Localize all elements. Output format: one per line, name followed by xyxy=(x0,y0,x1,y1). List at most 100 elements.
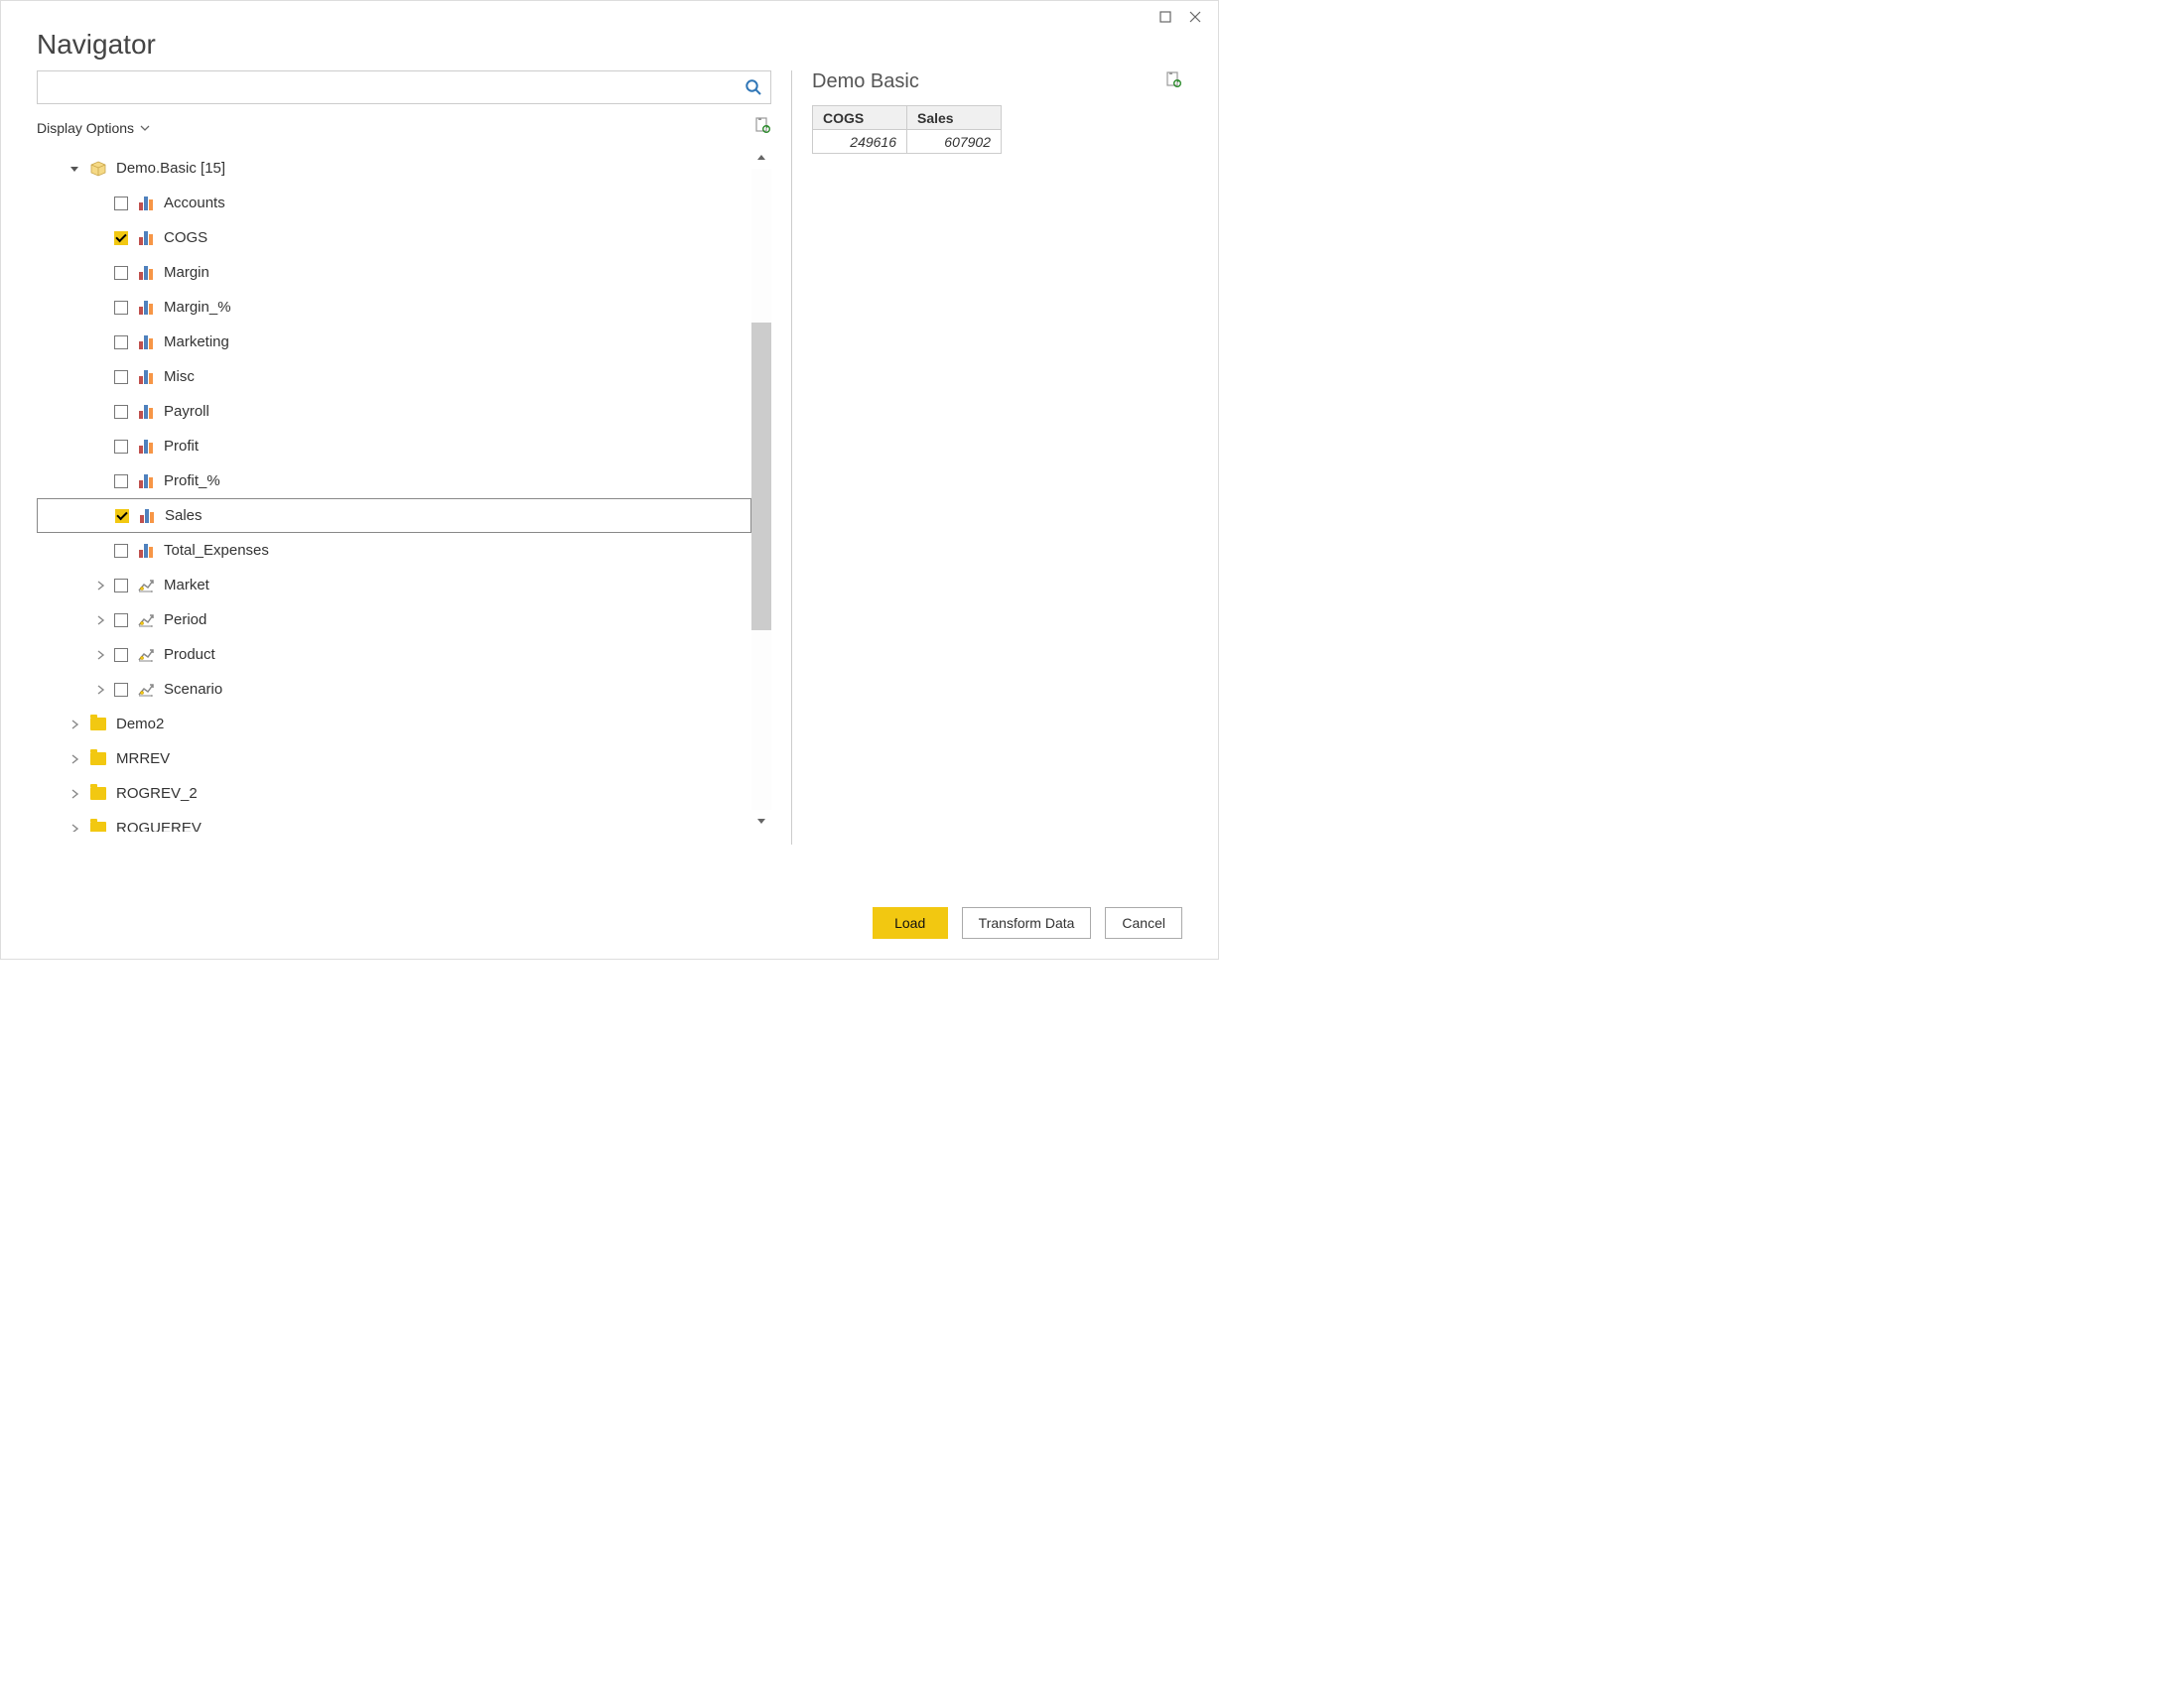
tree-node-label: Market xyxy=(164,577,747,593)
tree-node-dimension[interactable]: Market xyxy=(37,568,751,602)
dimension-icon xyxy=(136,645,156,665)
preview-table: COGSSales 249616607902 xyxy=(812,105,1002,154)
tree-node-measure[interactable]: Total_Expenses xyxy=(37,533,751,568)
tree-node-folder[interactable]: ROGREV_2 xyxy=(37,776,751,811)
tree-node-label: Misc xyxy=(164,368,747,385)
expander-icon[interactable] xyxy=(94,580,106,591)
tree-node-label: MRREV xyxy=(116,750,747,767)
measure-icon xyxy=(136,437,156,457)
tree-checkbox[interactable] xyxy=(114,474,128,488)
tree-checkbox[interactable] xyxy=(114,335,128,349)
tree-node-label: Demo2 xyxy=(116,716,747,732)
folder-icon xyxy=(88,715,108,734)
tree-checkbox[interactable] xyxy=(114,231,128,245)
scroll-down-icon[interactable] xyxy=(751,810,771,832)
preview-pane: Demo Basic COGSSales 249616607902 xyxy=(812,70,1182,893)
tree-node-label: Product xyxy=(164,646,747,663)
tree-node-measure[interactable]: Profit_% xyxy=(37,463,751,498)
tree-node-label: Period xyxy=(164,611,747,628)
preview-refresh-icon[interactable] xyxy=(1164,70,1182,93)
scroll-up-icon[interactable] xyxy=(751,147,771,169)
scroll-track[interactable] xyxy=(751,169,771,810)
expander-icon[interactable] xyxy=(68,788,80,800)
navigator-left-pane: Display Options xyxy=(37,70,771,893)
tree-node-measure[interactable]: Marketing xyxy=(37,325,751,359)
tree-checkbox[interactable] xyxy=(114,613,128,627)
tree-node-label: Total_Expenses xyxy=(164,542,747,559)
cancel-button[interactable]: Cancel xyxy=(1105,907,1182,939)
tree-checkbox[interactable] xyxy=(114,197,128,210)
preview-column-header[interactable]: COGS xyxy=(813,106,907,130)
tree-node-folder[interactable]: Demo2 xyxy=(37,707,751,741)
tree-node-label: Profit xyxy=(164,438,747,455)
tree-node-root[interactable]: Demo.Basic [15] xyxy=(37,151,751,186)
tree-node-measure[interactable]: COGS xyxy=(37,220,751,255)
expander-icon[interactable] xyxy=(68,753,80,765)
tree-node-dimension[interactable]: Period xyxy=(37,602,751,637)
tree-node-label: ROGREV_2 xyxy=(116,785,747,802)
folder-icon xyxy=(88,819,108,833)
tree-node-label: Payroll xyxy=(164,403,747,420)
measure-icon xyxy=(136,402,156,422)
tree-node-dimension[interactable]: Product xyxy=(37,637,751,672)
preview-title: Demo Basic xyxy=(812,70,919,93)
tree-node-label: Margin_% xyxy=(164,299,747,316)
tree-node-measure[interactable]: Sales xyxy=(37,498,751,533)
tree-checkbox[interactable] xyxy=(114,370,128,384)
tree-checkbox[interactable] xyxy=(115,509,129,523)
transform-data-button[interactable]: Transform Data xyxy=(962,907,1092,939)
tree-checkbox[interactable] xyxy=(114,301,128,315)
tree-node-label: Scenario xyxy=(164,681,747,698)
measure-icon xyxy=(136,332,156,352)
expander-icon[interactable] xyxy=(68,719,80,730)
preview-cell: 607902 xyxy=(907,130,1002,154)
search-input[interactable] xyxy=(38,71,737,103)
window-close-button[interactable] xyxy=(1180,5,1210,29)
tree-checkbox[interactable] xyxy=(114,648,128,662)
tree-node-folder[interactable]: MRREV xyxy=(37,741,751,776)
tree-node-folder[interactable]: ROGUEREV xyxy=(37,811,751,832)
refresh-icon[interactable] xyxy=(753,116,771,139)
search-icon[interactable] xyxy=(737,71,770,103)
tree-node-measure[interactable]: Profit xyxy=(37,429,751,463)
navigator-tree: Demo.Basic [15] AccountsCOGS Margin Margin… xyxy=(37,147,751,832)
expander-icon[interactable] xyxy=(94,649,106,661)
dimension-icon xyxy=(136,576,156,595)
tree-node-label: ROGUEREV xyxy=(116,820,747,832)
measure-icon xyxy=(136,194,156,213)
tree-node-measure[interactable]: Payroll xyxy=(37,394,751,429)
tree-node-measure[interactable]: Margin xyxy=(37,255,751,290)
preview-row: 249616607902 xyxy=(813,130,1002,154)
measure-icon xyxy=(136,471,156,491)
tree-node-measure[interactable]: Accounts xyxy=(37,186,751,220)
tree-checkbox[interactable] xyxy=(114,579,128,592)
preview-column-header[interactable]: Sales xyxy=(907,106,1002,130)
measure-icon xyxy=(136,367,156,387)
dimension-icon xyxy=(136,610,156,630)
expander-icon[interactable] xyxy=(94,684,106,696)
scroll-thumb[interactable] xyxy=(751,323,771,630)
display-options-label: Display Options xyxy=(37,120,134,136)
tree-node-dimension[interactable]: Scenario xyxy=(37,672,751,707)
measure-icon xyxy=(137,506,157,526)
window-maximize-button[interactable] xyxy=(1151,5,1180,29)
expander-icon[interactable] xyxy=(94,614,106,626)
tree-scrollbar[interactable] xyxy=(751,147,771,832)
folder-icon xyxy=(88,784,108,804)
window-titlebar xyxy=(1,1,1218,29)
expander-icon[interactable] xyxy=(68,823,80,833)
expander-icon[interactable] xyxy=(68,163,80,175)
tree-checkbox[interactable] xyxy=(114,440,128,454)
tree-checkbox[interactable] xyxy=(114,544,128,558)
tree-node-measure[interactable]: Margin_% xyxy=(37,290,751,325)
tree-node-measure[interactable]: Misc xyxy=(37,359,751,394)
tree-checkbox[interactable] xyxy=(114,405,128,419)
display-options-dropdown[interactable]: Display Options xyxy=(37,120,150,136)
tree-checkbox[interactable] xyxy=(114,266,128,280)
tree-node-label: Profit_% xyxy=(164,472,747,489)
load-button[interactable]: Load xyxy=(873,907,948,939)
tree-node-label: Margin xyxy=(164,264,747,281)
tree-checkbox[interactable] xyxy=(114,683,128,697)
tree-node-label: Marketing xyxy=(164,333,747,350)
measure-icon xyxy=(136,298,156,318)
